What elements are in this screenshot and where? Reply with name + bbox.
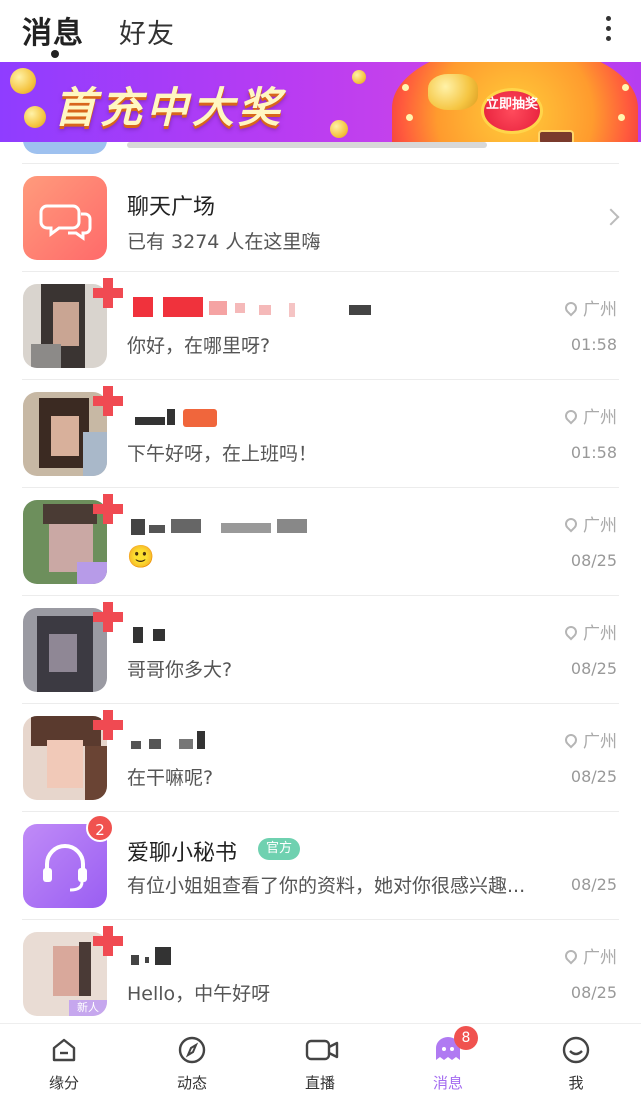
coin-icon: [330, 120, 348, 138]
online-status-icon: [93, 710, 123, 740]
location: 广州: [562, 619, 617, 644]
secretary-item[interactable]: 2 爱聊小秘书 官方 有位小姐姐查看了你的资料，她对你很感兴趣... 08/25: [0, 811, 641, 919]
unread-count-badge: 8: [454, 1026, 478, 1050]
gold-coins-icon: [428, 74, 478, 110]
conversation-item[interactable]: 你好，在哪里呀? 广州 01:58: [0, 271, 641, 379]
timestamp: 01:58: [570, 335, 617, 354]
location-pin-icon: [562, 515, 580, 533]
top-header: 消息 好友: [0, 0, 641, 62]
message-bubble-icon: 8: [432, 1026, 478, 1066]
tab-friends[interactable]: 好友: [119, 12, 175, 51]
location: 广州: [562, 727, 617, 752]
video-camera-icon: [304, 1034, 339, 1066]
conversation-item[interactable]: 🙂 广州 08/25: [0, 487, 641, 595]
location: 广州: [562, 511, 617, 536]
location: 广州: [562, 943, 617, 968]
conversation-item[interactable]: 下午好呀，在上班吗！ 广州 01:58: [0, 379, 641, 487]
unread-badge: 2: [86, 814, 114, 842]
home-icon: [48, 1034, 80, 1066]
bottom-navigation: 缘分 动态 直播 8 消息 我: [0, 1023, 641, 1101]
conversation-preview: 下午好呀，在上班吗！: [127, 443, 318, 465]
conversation-preview: 有位小姐姐查看了你的资料，她对你很感兴趣...: [127, 875, 526, 897]
chevron-right-icon: [602, 208, 620, 226]
conversation-preview: Hello，中午好呀: [127, 983, 271, 1005]
banner-title: 首充中大奖: [54, 83, 285, 132]
coin-icon: [24, 106, 46, 128]
location-pin-icon: [562, 623, 580, 641]
conversation-item[interactable]: 哥哥你多大? 广州 08/25: [0, 595, 641, 703]
timestamp: 08/25: [570, 767, 617, 786]
conversation-item[interactable]: 在干嘛呢? 广州 08/25: [0, 703, 641, 811]
tab-messages[interactable]: 消息: [22, 8, 84, 52]
draw-now-button[interactable]: 立即抽奖: [481, 88, 543, 134]
online-status-icon: [93, 926, 123, 956]
nav-fate[interactable]: 缘分: [24, 1034, 104, 1093]
nav-live[interactable]: 直播: [280, 1034, 360, 1093]
active-tab-indicator: [51, 50, 59, 58]
more-vertical-icon[interactable]: [603, 16, 613, 46]
avatar: [23, 142, 107, 154]
coin-icon: [10, 68, 36, 94]
timestamp: 01:58: [570, 443, 617, 462]
conversation-preview: 已有 3274 人在这里嗨: [127, 231, 321, 253]
nav-me[interactable]: 我: [536, 1034, 616, 1093]
compass-icon: [176, 1034, 208, 1066]
trophy-badge-icon: [538, 130, 574, 142]
timestamp: 08/25: [570, 659, 617, 678]
conversation-name: 聊天广场: [127, 195, 216, 220]
conversation-item[interactable]: 新人 Hello，中午好呀 广州 08/25: [0, 919, 641, 1027]
nav-messages[interactable]: 8 消息: [408, 1026, 488, 1093]
online-status-icon: [93, 386, 123, 416]
conversation-name: 爱聊小秘书: [127, 841, 238, 866]
online-status-icon: [93, 494, 123, 524]
coin-icon: [352, 70, 366, 84]
location-pin-icon: [562, 947, 580, 965]
timestamp: 08/25: [570, 983, 617, 1002]
chat-bubbles-icon: [23, 176, 107, 260]
timestamp: 08/25: [570, 875, 617, 894]
location: 广州: [562, 403, 617, 428]
official-tag: 官方: [258, 838, 301, 860]
timestamp: 08/25: [570, 551, 617, 570]
conversation-preview: 你好，在哪里呀?: [127, 335, 271, 357]
location: 广州: [562, 295, 617, 320]
promo-banner[interactable]: 首充中大奖: [0, 62, 641, 142]
location-pin-icon: [562, 731, 580, 749]
new-user-tag: 新人: [69, 1000, 107, 1016]
smiley-icon: [560, 1034, 592, 1066]
list-item-partial[interactable]: [0, 142, 641, 162]
location-pin-icon: [562, 299, 580, 317]
online-status-icon: [93, 278, 123, 308]
chat-plaza-item[interactable]: 聊天广场 已有 3274 人在这里嗨: [0, 163, 641, 271]
conversation-preview: 在干嘛呢?: [127, 767, 214, 789]
nav-moments[interactable]: 动态: [152, 1034, 232, 1093]
location-pin-icon: [562, 407, 580, 425]
online-status-icon: [93, 602, 123, 632]
hidden-preview: [127, 142, 487, 148]
emoji-preview: 🙂: [127, 545, 155, 570]
conversation-preview: 哥哥你多大?: [127, 659, 233, 681]
